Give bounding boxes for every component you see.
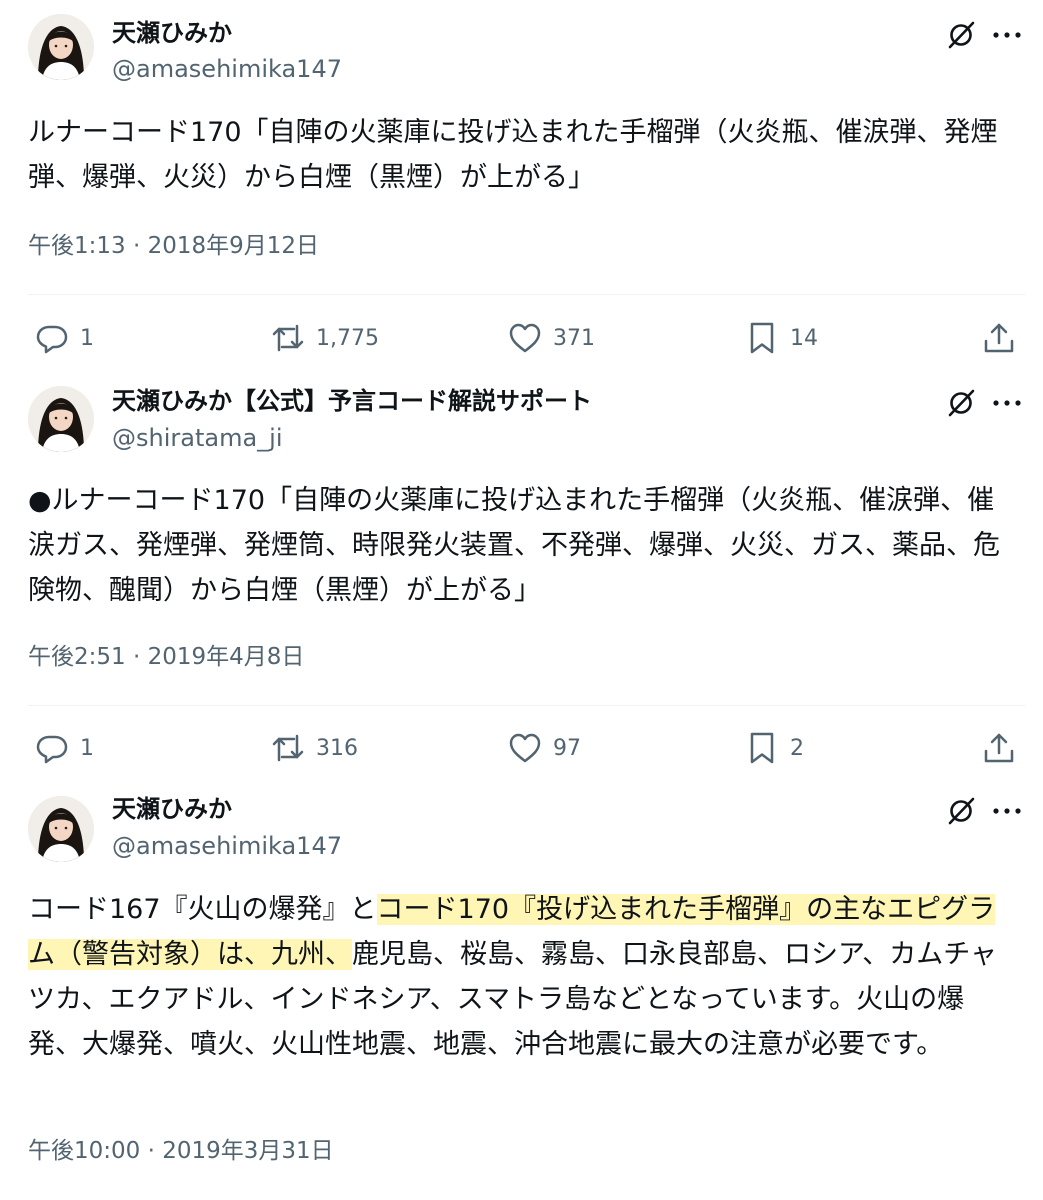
bookmark-count: 2 (790, 735, 804, 761)
like-icon (509, 323, 541, 353)
reply-count: 1 (80, 735, 94, 761)
retweet-count: 316 (316, 735, 358, 761)
display-name[interactable]: 天瀬ひみか (112, 18, 232, 48)
more-icon[interactable] (990, 794, 1024, 828)
tweet-2[interactable]: 天瀬ひみか【公式】予言コード解説サポート @shiratama_ji ●ルナーコ… (0, 380, 1043, 790)
more-icon[interactable] (990, 386, 1024, 420)
retweet-icon (272, 324, 304, 352)
share-icon (984, 323, 1014, 353)
tweet-3[interactable]: 天瀬ひみか @amasehimika147 コード167『火山の爆発』とコード1… (0, 790, 1043, 1200)
tweet-text: ルナーコード170「自陣の火薬庫に投げ込まれた手榴弾（火炎瓶、催涙弾、発煙弾、爆… (28, 117, 998, 193)
tweet-feed: 天瀬ひみか @amasehimika147 ルナーコード170「自陣の火薬庫に投… (0, 0, 1043, 1200)
share-button[interactable] (981, 728, 1017, 768)
bookmark-icon (750, 322, 774, 354)
retweet-icon (272, 734, 304, 762)
tweet-text: ●ルナーコード170「自陣の火薬庫に投げ込まれた手榴弾（火炎瓶、催涙弾、催涙ガス… (28, 485, 1000, 606)
reply-icon (36, 735, 68, 764)
reply-count: 1 (80, 325, 94, 351)
tweet-1[interactable]: 天瀬ひみか @amasehimika147 ルナーコード170「自陣の火薬庫に投… (0, 0, 1043, 380)
user-handle[interactable]: @amasehimika147 (112, 831, 342, 861)
retweet-count: 1,775 (316, 325, 379, 351)
action-bar: 1 1,775 371 14 (0, 318, 1043, 358)
bookmark-icon (750, 732, 774, 764)
tweet-timestamp[interactable]: 午後10:00 · 2019年3月31日 (28, 1136, 334, 1166)
display-name[interactable]: 天瀬ひみか (112, 794, 232, 824)
retweet-button[interactable]: 316 (270, 728, 358, 768)
divider (28, 705, 1025, 706)
avatar[interactable] (28, 14, 94, 80)
avatar[interactable] (28, 386, 94, 452)
avatar[interactable] (28, 796, 94, 862)
reply-button[interactable]: 1 (34, 728, 94, 768)
tweet-timestamp[interactable]: 午後2:51 · 2019年4月8日 (28, 642, 304, 672)
reply-button[interactable]: 1 (34, 318, 94, 358)
like-icon (509, 733, 541, 763)
user-handle[interactable]: @shiratama_ji (112, 423, 283, 453)
retweet-button[interactable]: 1,775 (270, 318, 379, 358)
tweet-timestamp[interactable]: 午後1:13 · 2018年9月12日 (28, 231, 319, 261)
grok-icon[interactable] (944, 18, 978, 52)
like-button[interactable]: 371 (507, 318, 595, 358)
like-count: 371 (553, 325, 595, 351)
action-bar: 1 316 97 2 (0, 728, 1043, 768)
share-button[interactable] (981, 318, 1017, 358)
user-handle[interactable]: @amasehimika147 (112, 54, 342, 84)
grok-icon[interactable] (944, 794, 978, 828)
tweet-text: コード167『火山の爆発』とコード170『投げ込まれた手榴弾』の主なエピグラム（… (28, 887, 1018, 1067)
tweet-text-start: コード167『火山の爆発』と (28, 894, 377, 925)
like-count: 97 (553, 735, 581, 761)
display-name[interactable]: 天瀬ひみか【公式】予言コード解説サポート (112, 386, 592, 416)
share-icon (984, 733, 1014, 763)
more-icon[interactable] (990, 18, 1024, 52)
like-button[interactable]: 97 (507, 728, 581, 768)
reply-icon (36, 325, 68, 354)
bookmark-button[interactable]: 14 (744, 318, 818, 358)
divider (28, 294, 1025, 295)
bookmark-button[interactable]: 2 (744, 728, 804, 768)
bookmark-count: 14 (790, 325, 818, 351)
grok-icon[interactable] (944, 386, 978, 420)
